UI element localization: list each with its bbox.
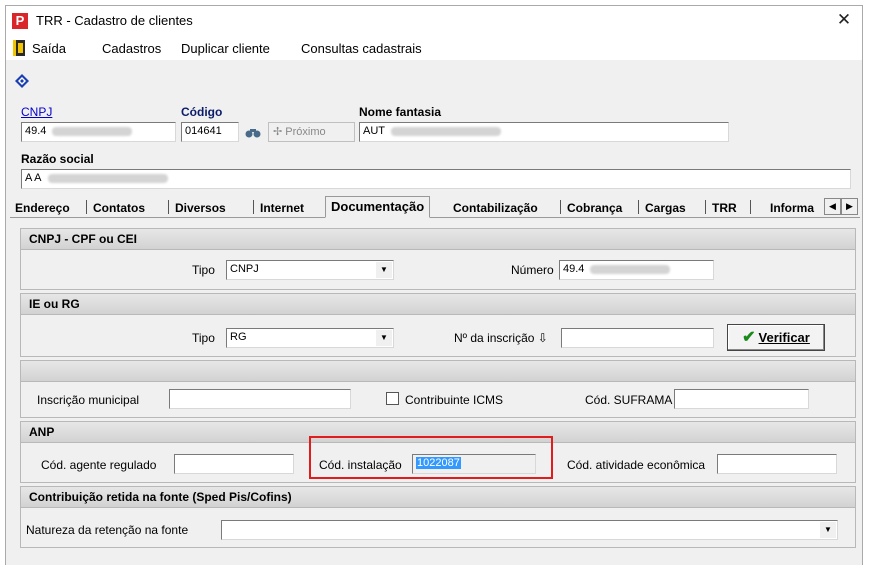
cnpj-field[interactable]: 49.4 <box>21 122 176 142</box>
cnpj-section-title: CNPJ - CPF ou CEI <box>21 229 855 250</box>
agent-field[interactable] <box>174 454 294 474</box>
menu-registry-queries[interactable]: Consultas cadastrais <box>301 41 422 56</box>
suframa-label: Cód. SUFRAMA <box>585 393 673 407</box>
tab-separator <box>168 200 169 214</box>
icms-label: Contribuinte ICMS <box>405 393 504 407</box>
agent-label: Cód. agente regulado <box>41 458 157 472</box>
tab-trr[interactable]: TRR <box>707 199 742 217</box>
activity-label: Cód. atividade econômica <box>567 458 706 472</box>
main-window: P TRR - Cadastro de clientes ✕ Saída Cad… <box>5 5 863 565</box>
suframa-field[interactable] <box>674 389 809 409</box>
cnpj-number-field[interactable]: 49.4 <box>559 260 714 280</box>
tab-separator <box>86 200 87 214</box>
close-icon[interactable]: ✕ <box>834 10 854 30</box>
code-field[interactable]: 014641 <box>181 122 239 142</box>
navigation-icon[interactable] <box>15 74 29 88</box>
tab-billing[interactable]: Cobrança <box>562 199 627 217</box>
municipal-section-header <box>21 361 855 382</box>
verify-button[interactable]: ✔ Verificar <box>727 324 825 351</box>
cnpj-link[interactable]: CNPJ <box>21 105 52 119</box>
fantasy-name-label: Nome fantasia <box>359 105 442 119</box>
cnpj-type-label: Tipo <box>192 263 215 277</box>
tab-separator <box>253 200 254 214</box>
company-name-field[interactable]: A A <box>21 169 851 189</box>
tab-strip: Endereço Contatos Diversos Internet Docu… <box>10 196 860 218</box>
tab-separator <box>638 200 639 214</box>
verify-button-label: Verificar <box>758 330 810 345</box>
menu-exit[interactable]: Saída <box>32 41 66 56</box>
tab-accounting[interactable]: Contabilização <box>448 199 543 217</box>
company-name-label: Razão social <box>21 152 94 166</box>
menu-registers[interactable]: Cadastros <box>102 41 161 56</box>
chevron-down-icon[interactable]: ▼ <box>376 262 392 278</box>
tab-separator <box>560 200 561 214</box>
installation-highlight-box <box>309 436 553 479</box>
menu-bar: Saída Cadastros Duplicar cliente Consult… <box>6 36 862 60</box>
cnpj-type-select[interactable]: CNPJ ▼ <box>226 260 394 280</box>
ie-section-title: IE ou RG <box>21 294 855 315</box>
inscription-label: Nº da inscrição ⇩ <box>454 331 548 345</box>
menu-duplicate-client[interactable]: Duplicar cliente <box>181 41 270 56</box>
tab-cargo[interactable]: Cargas <box>640 199 691 217</box>
checkmark-icon: ✔ <box>742 329 756 346</box>
cnpj-section: CNPJ - CPF ou CEI <box>20 228 856 290</box>
fantasy-name-field[interactable]: AUT <box>359 122 729 142</box>
retention-select[interactable]: ▼ <box>221 520 838 540</box>
tab-misc[interactable]: Diversos <box>170 199 231 217</box>
code-label: Código <box>181 105 223 119</box>
tab-address[interactable]: Endereço <box>10 199 75 217</box>
tab-internet[interactable]: Internet <box>255 199 309 217</box>
tab-scroll-left-icon[interactable]: ◀ <box>824 198 841 215</box>
tab-documentation[interactable]: Documentação <box>325 196 431 218</box>
tab-info[interactable]: Informa <box>765 199 819 217</box>
municipal-label: Inscrição municipal <box>37 393 140 407</box>
tab-scroll-right-icon[interactable]: ▶ <box>841 198 858 215</box>
chevron-down-icon[interactable]: ▼ <box>376 330 392 346</box>
binoculars-icon[interactable] <box>245 126 261 138</box>
app-icon: P <box>12 13 28 29</box>
tab-separator <box>750 200 751 214</box>
retention-section-title: Contribuição retida na fonte (Sped Pis/C… <box>21 487 855 508</box>
exit-door-icon <box>13 40 25 56</box>
window-title: TRR - Cadastro de clientes <box>36 13 193 28</box>
title-bar: P TRR - Cadastro de clientes ✕ <box>6 6 862 36</box>
tab-separator <box>705 200 706 214</box>
retention-label: Natureza da retenção na fonte <box>26 523 189 537</box>
chevron-down-icon[interactable]: ▼ <box>820 522 836 538</box>
icms-checkbox[interactable] <box>386 392 399 405</box>
next-button[interactable]: ✢ Próximo <box>268 122 355 142</box>
inscription-field[interactable] <box>561 328 714 348</box>
ie-type-label: Tipo <box>192 331 215 345</box>
cnpj-number-label: Número <box>511 263 554 277</box>
ie-type-select[interactable]: RG ▼ <box>226 328 394 348</box>
activity-field[interactable] <box>717 454 837 474</box>
tab-contacts[interactable]: Contatos <box>88 199 150 217</box>
municipal-field[interactable] <box>169 389 351 409</box>
